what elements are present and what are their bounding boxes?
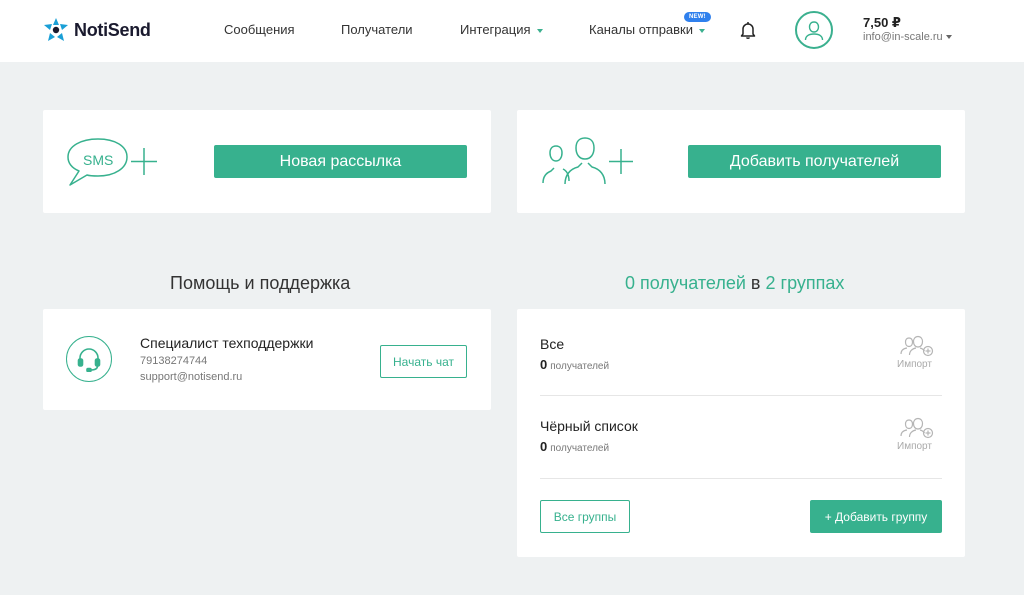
- notifications-button[interactable]: [739, 20, 757, 45]
- sms-plus-icon: [67, 138, 157, 186]
- support-title: Помощь и поддержка: [170, 273, 351, 293]
- import-button[interactable]: [900, 417, 934, 444]
- support-card: Специалист техподдержки 79138274744 supp…: [43, 309, 491, 410]
- avatar[interactable]: [795, 11, 833, 49]
- group-count-value: 0: [540, 357, 548, 372]
- nav-integration[interactable]: Интеграция: [460, 22, 543, 37]
- group-name: Все: [540, 336, 565, 352]
- chevron-down-icon: [699, 28, 706, 33]
- support-email: support@notisend.ru: [140, 371, 243, 383]
- add-recipients-card: Добавить получателей: [517, 110, 965, 213]
- brand-name: NotiSend: [74, 19, 151, 40]
- account-menu[interactable]: info@in-scale.ru: [863, 31, 952, 43]
- group-count: 0 получателей: [540, 357, 609, 372]
- nav-channels-label: Каналы отправки: [589, 22, 694, 37]
- group-count-unit: получателей: [550, 443, 610, 454]
- account-email: info@in-scale.ru: [863, 31, 943, 43]
- all-groups-button[interactable]: Все группы: [540, 500, 630, 533]
- import-label[interactable]: Импорт: [897, 359, 932, 370]
- nav-recipients[interactable]: Получатели: [341, 22, 413, 37]
- users-import-icon: [900, 335, 934, 357]
- group-count-value: 0: [540, 439, 548, 454]
- nav-messages[interactable]: Сообщения: [224, 22, 295, 37]
- notisend-logo-icon: [44, 18, 68, 41]
- chevron-down-icon: [945, 35, 952, 40]
- account-balance: 7,50 ₽: [863, 15, 901, 30]
- groups-count-link[interactable]: 2 группах: [766, 273, 845, 293]
- import-button[interactable]: [900, 335, 934, 362]
- divider: [540, 395, 942, 396]
- users-plus-icon: [542, 137, 633, 185]
- support-role: Специалист техподдержки: [140, 335, 314, 351]
- start-chat-button[interactable]: Начать чат: [380, 345, 467, 378]
- group-count-unit: получателей: [550, 361, 610, 372]
- recipients-connector: в: [750, 273, 761, 293]
- groups-card: Все 0 получателей Импорт Чёрный список 0п…: [517, 309, 965, 557]
- nav-integration-label: Интеграция: [460, 22, 531, 37]
- logo[interactable]: NotiSend: [42, 17, 151, 43]
- support-phone: 79138274744: [140, 355, 208, 367]
- support-avatar: [66, 336, 112, 382]
- bell-icon: [740, 22, 756, 40]
- add-group-button[interactable]: + Добавить группу: [810, 500, 942, 533]
- nav-channels[interactable]: Каналы отправки: [589, 22, 706, 37]
- users-import-icon: [900, 417, 934, 439]
- import-label[interactable]: Импорт: [897, 441, 932, 452]
- new-mailing-button[interactable]: Новая рассылка: [214, 145, 467, 178]
- top-header: NotiSend Сообщения Получатели Интеграция…: [0, 0, 1024, 62]
- group-count: 0 получателей: [540, 439, 609, 454]
- group-name: Чёрный список: [540, 418, 638, 434]
- recipients-count-link[interactable]: 0 получателей: [625, 273, 746, 293]
- chevron-down-icon: [536, 28, 543, 33]
- new-badge: NEW!: [684, 12, 711, 22]
- user-icon: [804, 21, 824, 41]
- divider: [540, 478, 942, 479]
- recipients-summary: 0 получателей в 2 группах: [625, 273, 844, 294]
- new-mailing-card: SMS Новая рассылка: [43, 110, 491, 213]
- add-recipients-button[interactable]: Добавить получателей: [688, 145, 941, 178]
- headset-icon: [77, 348, 101, 372]
- sms-icon-text: SMS: [83, 152, 114, 168]
